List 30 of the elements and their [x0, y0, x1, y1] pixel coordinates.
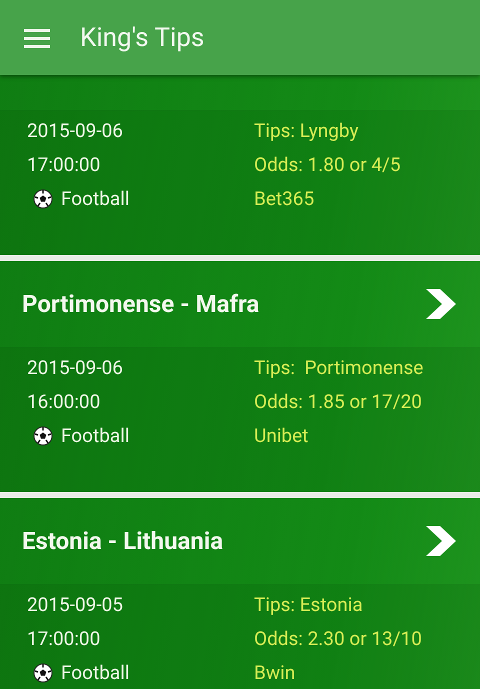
odds-text: Odds: 2.30 or 13/10: [254, 627, 423, 651]
match-card[interactable]: 2015-09-06 17:00:00 Football Tips: Lyngby Odds: 1.80 or 4/5 Bet365: [0, 75, 480, 255]
match-date: 2015-09-06: [27, 119, 124, 143]
match-time: 17:00:00: [27, 153, 102, 177]
bookmaker-text: Unibet: [254, 424, 310, 448]
match-time: 16:00:00: [27, 390, 102, 414]
soccer-ball-icon: [33, 189, 53, 209]
match-date: 2015-09-06: [27, 356, 124, 380]
odds-text: Odds: 1.85 or 17/20: [254, 390, 423, 414]
match-time: 17:00:00: [27, 627, 102, 651]
sport-label: Football: [61, 187, 130, 211]
sport-label: Football: [61, 661, 130, 685]
soccer-ball-icon: [33, 426, 53, 446]
chevron-right-icon[interactable]: [424, 289, 456, 319]
odds-text: Odds: 1.80 or 4/5: [254, 153, 402, 177]
match-title: Portimonense - Mafra: [22, 290, 260, 318]
tip-text: Tips: Lyngby: [254, 119, 360, 143]
match-card[interactable]: Portimonense - Mafra 2015-09-06 16:00:00 Football Tips: Portimonense Odds: 1.85 or 17/20 Unibet: [0, 261, 480, 492]
sport-label: Football: [61, 424, 130, 448]
match-title: Estonia - Lithuania: [22, 527, 224, 555]
menu-icon[interactable]: [24, 28, 50, 48]
match-card[interactable]: Estonia - Lithuania 2015-09-05 17:00:00 Football Tips: Estonia Odds: 2.30 or 13/10 Bwin: [0, 498, 480, 689]
bookmaker-text: Bwin: [254, 661, 296, 685]
tip-text: Tips: Estonia: [254, 593, 364, 617]
app-title: King's Tips: [80, 22, 204, 52]
match-date: 2015-09-05: [27, 593, 124, 617]
chevron-right-icon[interactable]: [424, 526, 456, 556]
soccer-ball-icon: [33, 663, 53, 683]
tip-text: Tips: Portimonense: [254, 356, 424, 380]
bookmaker-text: Bet365: [254, 187, 316, 211]
